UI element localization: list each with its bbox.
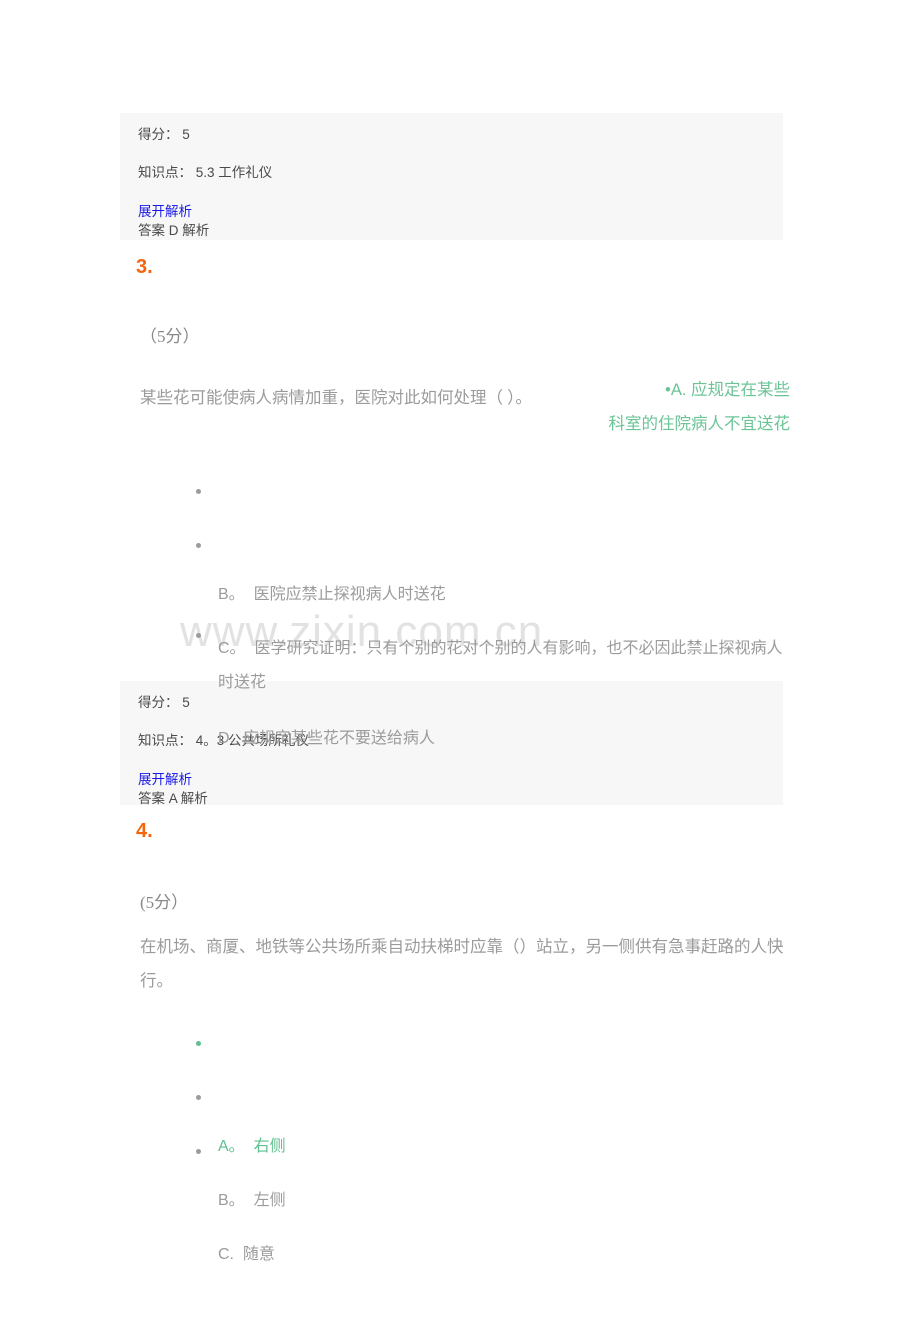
option-a-line1: •A. 应规定在某些 — [665, 381, 790, 399]
question-points-4: (5分） — [140, 893, 189, 912]
option-body: 随意 — [242, 1246, 275, 1263]
expand-analysis-link[interactable]: 展开解析 — [138, 772, 192, 789]
bullet-icon — [196, 1041, 201, 1046]
option-a-inline-3[interactable]: •A. 应规定在某些 科室的住院病人不宜送花 — [520, 373, 791, 441]
question-stem-3: 某些花可能使病人病情加重，医院对此如何处理（ ）。 — [140, 388, 532, 407]
option-label: C. — [218, 1246, 234, 1263]
bullet-icon — [196, 1149, 201, 1154]
expand-analysis-link[interactable]: 展开解析 — [138, 204, 192, 221]
option-body: 应规定某些花不要送给病人 — [242, 730, 435, 747]
quiz-review-page: www.zixin.com.cn 得分： 5 知识点： 5.3 工作礼仪 展开解… — [0, 0, 920, 1302]
question-number-4: 4. — [136, 820, 153, 842]
option-item[interactable]: C. 随意 — [196, 1136, 792, 1340]
knowledge-point-line: 知识点： 5.3 工作礼仪 — [138, 165, 273, 181]
option-item[interactable]: D. 应规定某些花不要送给病人 — [196, 620, 792, 824]
score-line: 得分： 5 — [138, 127, 190, 142]
question-stem-4: 在机场、商厦、地铁等公共场所乘自动扶梯时应靠（）站立，另一侧供有急事赶路的人快行… — [140, 937, 784, 990]
bullet-icon — [196, 1095, 201, 1100]
answer-line: 答案 D 解析 — [138, 223, 210, 239]
option-text: D. 应规定某些花不要送给病人 — [218, 722, 792, 756]
option-a-line2: 科室的住院病人不宜送花 — [608, 415, 791, 433]
option-text: C. 随意 — [218, 1238, 792, 1272]
question-number-3: 3. — [136, 256, 153, 278]
bullet-icon — [196, 633, 201, 638]
answer-meta-box: 得分： 5 知识点： 5.3 工作礼仪 展开解析 答案 D 解析 — [120, 113, 783, 240]
option-label: D. — [218, 730, 234, 747]
bullet-icon — [196, 489, 201, 494]
question-points-3: （5分） — [140, 327, 200, 346]
bullet-icon — [196, 543, 201, 548]
